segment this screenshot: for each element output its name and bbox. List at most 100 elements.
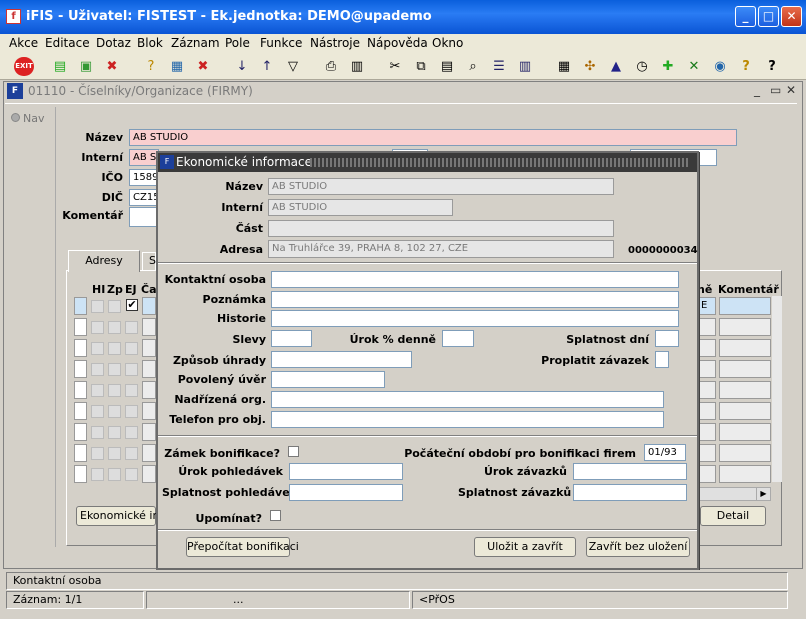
grid-cell-selected[interactable]: E <box>699 297 716 315</box>
execute-query-icon[interactable]: ▦ <box>167 57 187 76</box>
clock-icon[interactable]: ◷ <box>632 57 652 76</box>
list-icon[interactable]: ☰ <box>489 57 509 76</box>
row-selector[interactable] <box>74 297 87 315</box>
save-icon[interactable]: ▣ <box>76 57 96 76</box>
ej-checkbox-checked[interactable]: ✔ <box>126 299 138 311</box>
child-restore-icon[interactable]: ▭ <box>770 83 781 97</box>
child-minimize-icon[interactable]: _ <box>754 83 760 97</box>
grid-scrollbar-v[interactable] <box>772 296 782 482</box>
grid-cell-ca[interactable] <box>142 339 156 357</box>
exit-icon[interactable]: EXIT <box>14 57 34 76</box>
menu-akce[interactable]: Akce <box>9 36 38 50</box>
grid-cell-ca[interactable] <box>142 360 156 378</box>
grid-check-zp[interactable] <box>108 426 121 439</box>
nazev-field[interactable]: AB STUDIO <box>129 129 737 146</box>
row-selector[interactable] <box>74 360 87 378</box>
prepocitat-button[interactable]: Přepočítat bonifikaci <box>186 537 299 557</box>
d-zamek-checkbox[interactable] <box>288 446 299 457</box>
grid-check-zp[interactable] <box>108 405 121 418</box>
menu-nastroje[interactable]: Nástroje <box>310 36 360 50</box>
grid-cell-ca[interactable] <box>142 381 156 399</box>
ico-field[interactable]: 1589 <box>129 169 159 186</box>
grid-check-zp[interactable] <box>108 321 121 334</box>
grid-check-ej[interactable] <box>125 426 138 439</box>
row-selector[interactable] <box>74 318 87 336</box>
grid-check-hi[interactable] <box>91 342 104 355</box>
print-icon[interactable]: ⎙ <box>321 57 341 76</box>
grid-cell-ca[interactable] <box>142 444 156 462</box>
calculator-icon[interactable]: ▦ <box>554 57 574 76</box>
help-topics-icon[interactable]: ✚ <box>658 57 678 76</box>
grid-cell-ne[interactable] <box>699 339 716 357</box>
detail-button[interactable]: Detail <box>700 506 766 526</box>
tab-adresy[interactable]: Adresy <box>68 250 140 272</box>
grid-komentar-selected[interactable] <box>719 297 771 315</box>
d-telefon-field[interactable] <box>271 411 664 428</box>
row-selector[interactable] <box>74 402 87 420</box>
grid-check-hi[interactable] <box>91 363 104 376</box>
ulozit-button[interactable]: Uložit a zavřít <box>474 537 576 557</box>
grid-check-ej[interactable] <box>125 468 138 481</box>
grid-check-hi[interactable] <box>91 447 104 460</box>
menu-blok[interactable]: Blok <box>137 36 163 50</box>
grid-cell-ne[interactable] <box>699 381 716 399</box>
grid-cell-ne[interactable] <box>699 402 716 420</box>
grid-cell-ca[interactable] <box>142 318 156 336</box>
grid-cell-ne[interactable] <box>699 444 716 462</box>
d-kontaktni-field[interactable] <box>271 271 679 288</box>
print-preview-icon[interactable]: ▥ <box>347 57 367 76</box>
grid-check-hi[interactable] <box>91 384 104 397</box>
grid-cell-ca[interactable] <box>142 402 156 420</box>
d-proplatit-field[interactable] <box>655 351 669 368</box>
ekonomicke-button[interactable]: Ekonomické inf... <box>76 506 173 526</box>
zavrit-button[interactable]: Zavřít bez uložení <box>586 537 690 557</box>
d-pocatecni-field[interactable]: 01/93 <box>644 444 686 461</box>
columns-icon[interactable]: ▥ <box>515 57 535 76</box>
grid-check-zp[interactable] <box>108 300 121 313</box>
grid-check-ej[interactable] <box>125 447 138 460</box>
row-selector[interactable] <box>74 339 87 357</box>
scroll-right-icon[interactable]: ▶ <box>756 487 771 501</box>
grid-cell-ne[interactable] <box>699 318 716 336</box>
grid-cell-komentar[interactable] <box>719 360 771 378</box>
d-historie-field[interactable] <box>271 310 679 327</box>
context-help-icon[interactable]: ? <box>762 57 782 76</box>
row-selector[interactable] <box>74 465 87 483</box>
grid-cell-komentar[interactable] <box>719 423 771 441</box>
grid-check-ej[interactable] <box>125 342 138 355</box>
grid-check-ej[interactable] <box>125 363 138 376</box>
help-icon[interactable]: ? <box>736 57 756 76</box>
grid-check-ej[interactable] <box>125 321 138 334</box>
row-selector[interactable] <box>74 444 87 462</box>
dic-field[interactable]: CZ15 <box>129 189 159 206</box>
menu-okno[interactable]: Okno <box>432 36 463 50</box>
d-interni-field[interactable]: AB STUDIO <box>268 199 453 216</box>
grid-cell-ca[interactable] <box>142 465 156 483</box>
d-zpusob-field[interactable] <box>271 351 412 368</box>
menu-editace[interactable]: Editace <box>45 36 90 50</box>
grid-check-ej[interactable] <box>125 384 138 397</box>
find-icon[interactable]: ⌕ <box>463 57 483 76</box>
grid-check-zp[interactable] <box>108 468 121 481</box>
grid-cell-komentar[interactable] <box>719 318 771 336</box>
d-povoleny-field[interactable] <box>271 371 385 388</box>
minimize-button[interactable]: _ <box>735 6 756 27</box>
d-splat-pohl-field[interactable] <box>289 484 403 501</box>
grid-check-hi[interactable] <box>91 426 104 439</box>
grid-check-zp[interactable] <box>108 384 121 397</box>
grid-cell-ca[interactable] <box>142 423 156 441</box>
menu-zaznam[interactable]: Záznam <box>171 36 220 50</box>
d-nadrizena-field[interactable] <box>271 391 664 408</box>
grid-cell-komentar[interactable] <box>719 465 771 483</box>
copy-icon[interactable]: ⧉ <box>411 57 431 76</box>
grid-check-ej[interactable] <box>125 405 138 418</box>
query-icon[interactable]: ? <box>141 57 161 76</box>
cancel-query-icon[interactable]: ✖ <box>193 57 213 76</box>
d-adresa-field[interactable]: Na Truhlářce 39, PRAHA 8, 102 27, CZE <box>268 240 614 258</box>
grid-check-zp[interactable] <box>108 363 121 376</box>
grid-cell-ca[interactable] <box>142 297 156 315</box>
grid-cell-ne[interactable] <box>699 360 716 378</box>
d-nazev-field[interactable]: AB STUDIO <box>268 178 614 195</box>
d-cast-field[interactable] <box>268 220 614 237</box>
grid-cell-komentar[interactable] <box>719 402 771 420</box>
